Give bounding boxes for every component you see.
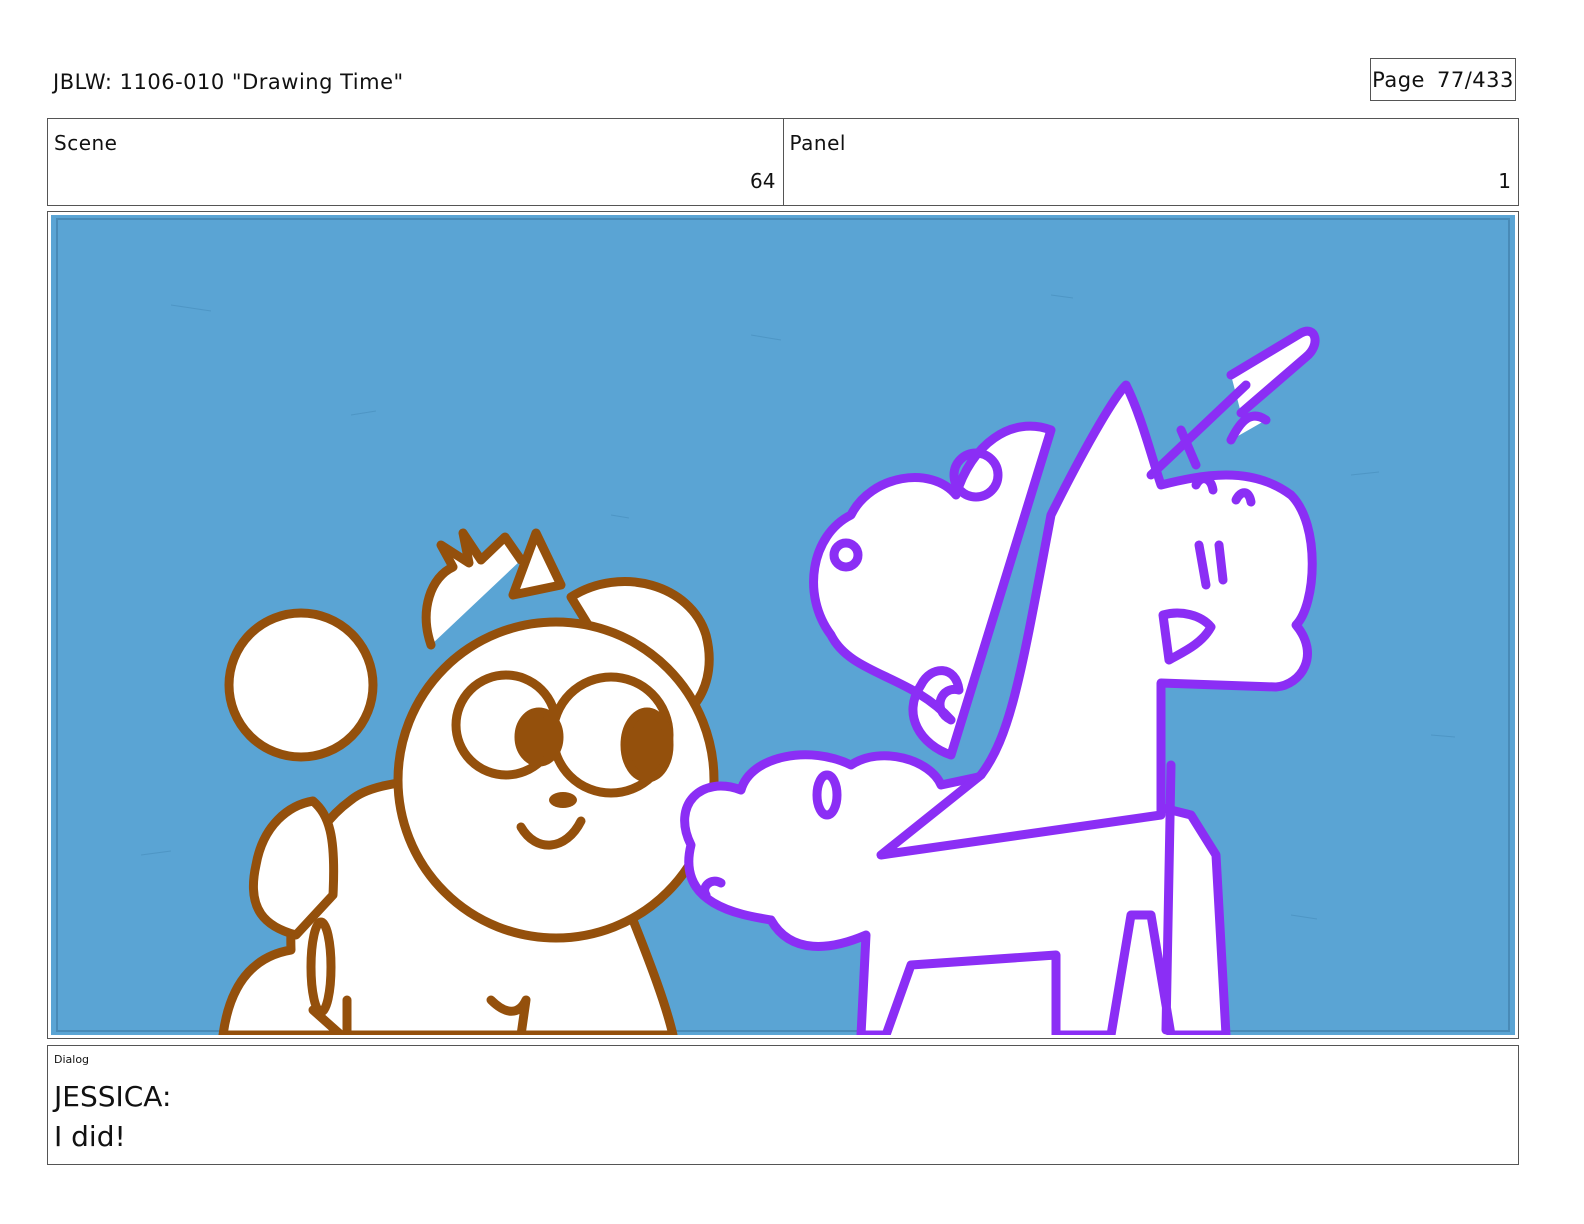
scene-cell: Scene 64 [48, 119, 783, 205]
dialog-line: I did! [54, 1120, 126, 1153]
scene-value: 64 [750, 169, 776, 193]
scene-label: Scene [54, 131, 118, 155]
storyboard-panel [47, 211, 1519, 1039]
panel-label: Panel [789, 131, 846, 155]
panel-illustration [51, 215, 1515, 1035]
page-number: 77/433 [1436, 67, 1514, 92]
page-label: Page [1372, 67, 1425, 92]
page-indicator: Page 77/433 [1370, 58, 1516, 101]
dialog-speaker: JESSICA: [54, 1080, 172, 1113]
dialog-section: Dialog JESSICA: I did! [47, 1045, 1519, 1165]
panel-cell: Panel 1 [782, 119, 1519, 205]
document-title: JBLW: 1106-010 "Drawing Time" [53, 70, 404, 94]
dialog-label: Dialog [54, 1053, 90, 1066]
panel-value: 1 [1498, 169, 1511, 193]
scene-panel-info: Scene 64 Panel 1 [47, 118, 1519, 206]
